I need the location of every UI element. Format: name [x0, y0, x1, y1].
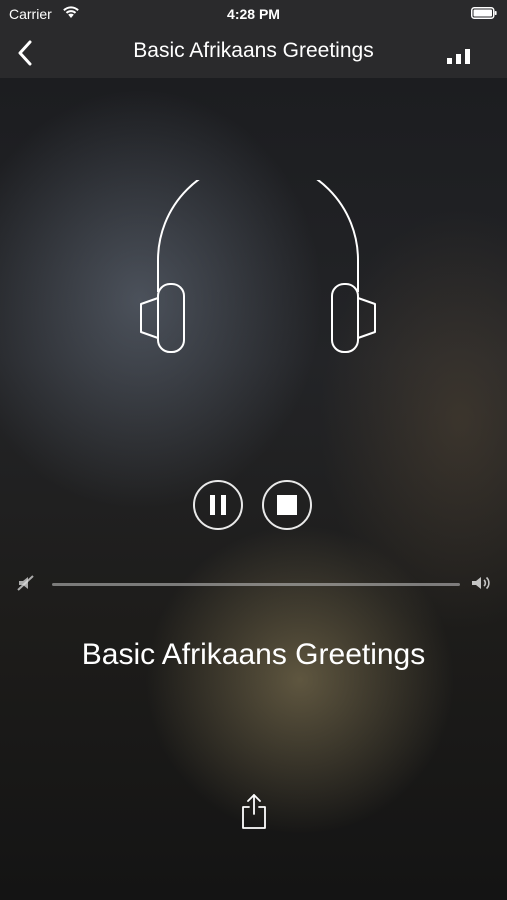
share-icon[interactable] — [240, 792, 268, 830]
volume-mute-icon — [17, 575, 34, 591]
page-title: Basic Afrikaans Greetings — [133, 39, 374, 62]
stop-icon — [277, 495, 297, 515]
pause-button[interactable] — [193, 480, 243, 530]
back-button[interactable] — [10, 36, 40, 70]
headphones-icon — [140, 180, 376, 353]
chevron-left-icon — [18, 40, 32, 66]
status-bar: Carrier 4:28 PM — [0, 0, 507, 28]
signal-bars-icon[interactable] — [445, 46, 473, 66]
battery-icon — [471, 7, 497, 19]
navigation-bar: Basic Afrikaans Greetings — [0, 28, 507, 78]
track-title: Basic Afrikaans Greetings — [81, 638, 426, 671]
stop-button[interactable] — [262, 480, 312, 530]
pause-icon-bar-left — [210, 495, 215, 515]
clock: 4:28 PM — [227, 6, 280, 22]
volume-up-icon — [472, 576, 490, 590]
pause-icon-bar-right — [221, 495, 226, 515]
volume-slider[interactable] — [52, 583, 460, 586]
player-screen: Carrier 4:28 PM Basic Afrikaans Greeting… — [0, 0, 507, 900]
